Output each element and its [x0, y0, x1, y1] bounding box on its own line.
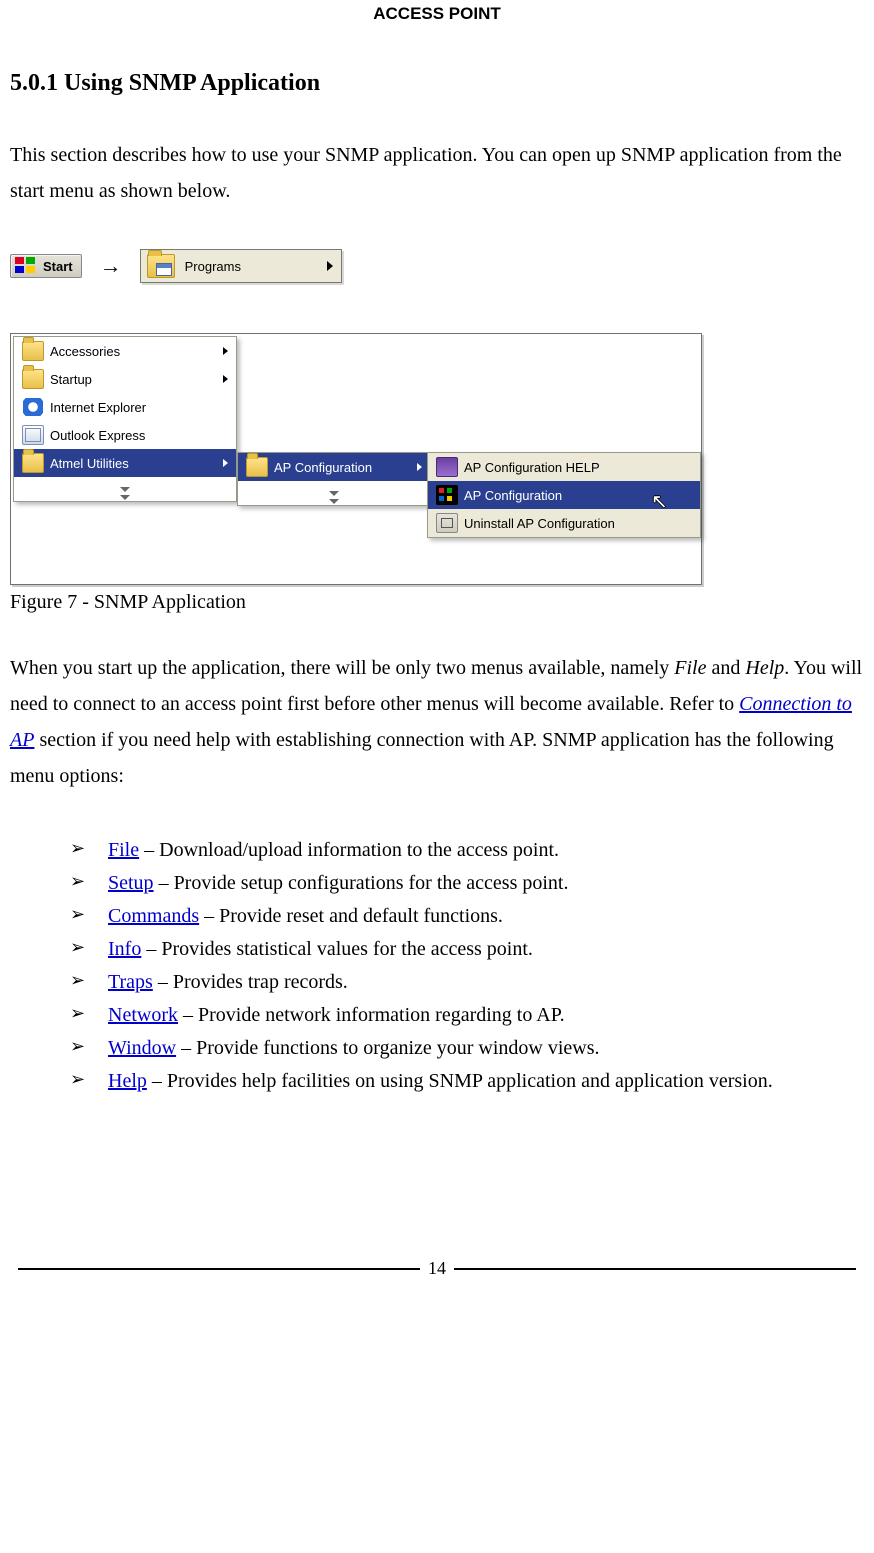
menu-item-outlook-express[interactable]: Outlook Express: [14, 421, 236, 449]
info-link[interactable]: Info: [108, 938, 141, 960]
footer-rule-left: [18, 1268, 420, 1270]
bullet-desc: – Provides trap records.: [153, 971, 348, 993]
bullet-desc: – Download/upload information to the acc…: [139, 839, 559, 861]
arrow-right-icon: →: [100, 253, 122, 279]
menu-options-list: File – Download/upload information to th…: [10, 834, 864, 1098]
config-icon: [436, 485, 458, 505]
menu-item-ap-configuration-help[interactable]: AP Configuration HELP: [428, 453, 700, 481]
start-menu-row: Start → Programs: [10, 249, 864, 283]
bullet-desc: – Provide reset and default functions.: [199, 905, 503, 927]
submenu-arrow-icon: [223, 375, 228, 383]
submenu-arrow-icon: [223, 459, 228, 467]
list-item: Window – Provide functions to organize y…: [10, 1032, 864, 1065]
commands-link[interactable]: Commands: [108, 905, 199, 927]
list-item: File – Download/upload information to th…: [10, 834, 864, 867]
menu-item-label: Startup: [48, 372, 223, 387]
menu-item-label: AP Configuration HELP: [462, 460, 700, 475]
ap-configuration-submenu: AP Configuration HELP AP Configuration U…: [427, 452, 701, 538]
footer-rule-right: [454, 1268, 856, 1270]
menu-item-ap-configuration[interactable]: AP Configuration: [428, 481, 700, 509]
chevron-down-icon: [329, 491, 339, 496]
folder-icon: [246, 457, 268, 477]
window-link[interactable]: Window: [108, 1037, 176, 1059]
programs-menu-item[interactable]: Programs: [140, 249, 342, 283]
menu-item-label: AP Configuration: [272, 460, 417, 475]
menu-item-ap-configuration-folder[interactable]: AP Configuration: [238, 453, 430, 481]
start-button[interactable]: Start: [10, 254, 82, 278]
menu-item-label: AP Configuration: [462, 488, 700, 503]
menu-item-internet-explorer[interactable]: Internet Explorer: [14, 393, 236, 421]
menu-item-startup[interactable]: Startup: [14, 365, 236, 393]
section-heading: 5.0.1 Using SNMP Application: [10, 70, 864, 97]
expand-menu-button[interactable]: [238, 481, 430, 505]
list-item: Traps – Provides trap records.: [10, 966, 864, 999]
submenu-arrow-icon: [417, 463, 422, 471]
start-button-label: Start: [43, 259, 73, 274]
programs-folder-icon: [147, 254, 175, 278]
menu-item-label: Internet Explorer: [48, 400, 236, 415]
folder-icon: [22, 453, 44, 473]
bullet-desc: – Provide network information regarding …: [178, 1004, 565, 1026]
chevron-down-icon: [120, 487, 130, 492]
para2-help-italic: Help: [745, 657, 784, 679]
setup-link[interactable]: Setup: [108, 872, 154, 894]
list-item: Network – Provide network information re…: [10, 999, 864, 1032]
menu-item-accessories[interactable]: Accessories: [14, 337, 236, 365]
programs-submenu: Accessories Startup Internet Explorer Ou…: [13, 336, 237, 502]
page-header-title: ACCESS POINT: [10, 0, 864, 24]
outlook-icon: [22, 425, 44, 445]
file-link[interactable]: File: [108, 839, 139, 861]
start-menu-screenshot: Accessories Startup Internet Explorer Ou…: [10, 333, 702, 585]
list-item: Info – Provides statistical values for t…: [10, 933, 864, 966]
page-footer: 14: [10, 1258, 864, 1279]
list-item: Help – Provides help facilities on using…: [10, 1065, 864, 1098]
intro-paragraph: This section describes how to use your S…: [10, 137, 864, 209]
para2-post: section if you need help with establishi…: [10, 729, 834, 787]
figure-caption: Figure 7 - SNMP Application: [10, 591, 864, 614]
list-item: Commands – Provide reset and default fun…: [10, 900, 864, 933]
folder-icon: [22, 369, 44, 389]
menu-item-label: Atmel Utilities: [48, 456, 223, 471]
para2-pre: When you start up the application, there…: [10, 657, 674, 679]
bullet-desc: – Provides help facilities on using SNMP…: [147, 1070, 773, 1092]
bullet-desc: – Provide setup configurations for the a…: [154, 872, 569, 894]
folder-icon: [22, 341, 44, 361]
submenu-arrow-icon: [327, 261, 333, 271]
traps-link[interactable]: Traps: [108, 971, 153, 993]
submenu-arrow-icon: [223, 347, 228, 355]
network-link[interactable]: Network: [108, 1004, 178, 1026]
ie-icon: [23, 398, 43, 416]
menu-item-atmel-utilities[interactable]: Atmel Utilities: [14, 449, 236, 477]
description-paragraph: When you start up the application, there…: [10, 650, 864, 794]
menu-item-label: Outlook Express: [48, 428, 236, 443]
expand-menu-button[interactable]: [14, 477, 236, 501]
windows-logo-icon: [15, 257, 37, 275]
menu-item-label: Accessories: [48, 344, 223, 359]
list-item: Setup – Provide setup configurations for…: [10, 867, 864, 900]
menu-item-label: Uninstall AP Configuration: [462, 516, 700, 531]
programs-menu-label: Programs: [185, 259, 241, 274]
help-link[interactable]: Help: [108, 1070, 147, 1092]
help-icon: [436, 457, 458, 477]
para2-file-italic: File: [674, 657, 706, 679]
bullet-desc: – Provide functions to organize your win…: [176, 1037, 599, 1059]
atmel-utilities-submenu: AP Configuration: [237, 452, 431, 506]
uninstall-icon: [436, 513, 458, 533]
menu-item-uninstall-ap-configuration[interactable]: Uninstall AP Configuration: [428, 509, 700, 537]
bullet-desc: – Provides statistical values for the ac…: [141, 938, 533, 960]
page-number: 14: [428, 1258, 446, 1279]
para2-mid1: and: [706, 657, 745, 679]
